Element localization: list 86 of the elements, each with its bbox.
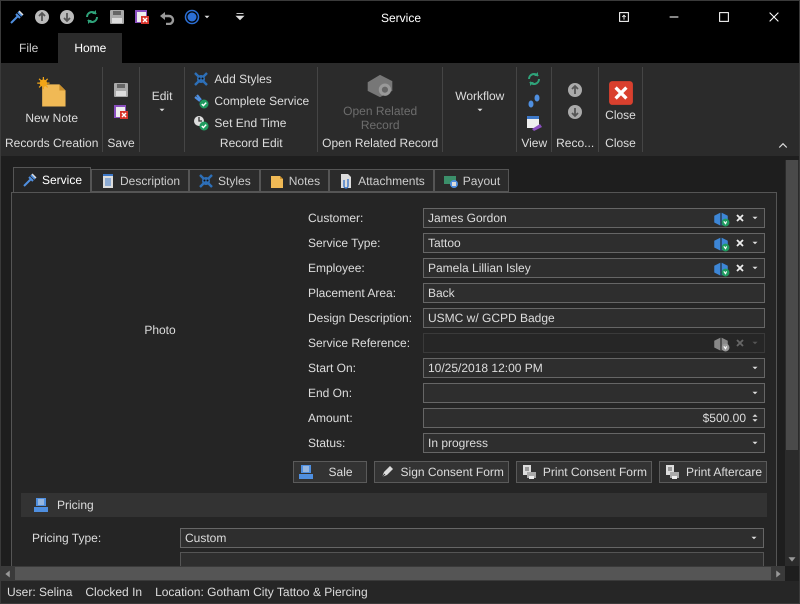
field-label: Start On: [308, 360, 358, 376]
ribbon-tab[interactable]: File [1, 33, 56, 63]
action-button[interactable]: Sale [292, 461, 367, 483]
vertical-scrollbar[interactable] [785, 160, 799, 566]
close-icon[interactable] [767, 10, 781, 24]
ribbon-button[interactable]: Complete Service [193, 92, 310, 110]
photo-label: Photo [144, 322, 176, 339]
group-label: Records Creation [5, 135, 98, 152]
input-field[interactable]: In progress [423, 432, 765, 452]
status-text: Clocked In [85, 584, 142, 601]
input-field[interactable] [180, 552, 764, 566]
complete-check-icon [193, 92, 210, 108]
refresh-icon[interactable] [526, 70, 542, 86]
cash-register-icon [298, 464, 314, 480]
input-field[interactable]: Custom [180, 528, 764, 548]
group-label: Open Related Record [322, 135, 438, 152]
skull-icon [198, 172, 214, 188]
ribbon-button[interactable]: Add Styles [193, 70, 310, 88]
undo-icon[interactable] [159, 9, 175, 25]
action-button[interactable]: Print Aftercare [658, 461, 767, 483]
input-field[interactable]: James Gordon [423, 208, 765, 228]
input-field[interactable]: 10/25/2018 12:00 PM [423, 358, 765, 378]
field-label: Customer: [308, 210, 364, 226]
field-label: Status: [308, 434, 346, 452]
input-field[interactable] [423, 382, 765, 402]
scroll-thumb[interactable] [15, 567, 771, 580]
tools-icon [9, 9, 25, 25]
action-button[interactable]: Print Consent Form [516, 461, 652, 483]
close-x-icon [608, 80, 634, 106]
menu-button[interactable]: Workflow [447, 86, 512, 114]
field-label: Service Type: [308, 234, 382, 252]
print-icon [664, 464, 680, 480]
delete-record-icon[interactable] [134, 9, 150, 25]
refresh-icon[interactable] [84, 9, 100, 25]
clock-check-icon [193, 114, 210, 130]
field-label: Pricing Type: [32, 530, 102, 546]
delete-record-icon[interactable] [113, 104, 130, 120]
save-icon[interactable] [113, 82, 130, 98]
input-field[interactable]: Tattoo [423, 232, 765, 252]
content-tab[interactable]: Description [91, 169, 190, 192]
footprints-icon [526, 92, 542, 108]
clear-icon[interactable] [734, 236, 746, 248]
content-tab[interactable]: Styles [189, 169, 260, 192]
tools-icon [22, 172, 38, 188]
layout-edit-icon [526, 114, 542, 130]
field-label: Amount: [308, 410, 354, 426]
content-tab[interactable]: Notes [260, 169, 330, 192]
ribbon-button[interactable]: New Note [23, 76, 80, 124]
new-note-icon [36, 76, 68, 108]
action-button[interactable]: Sign Consent Form [374, 461, 509, 483]
horizontal-scrollbar[interactable] [1, 566, 799, 581]
status-text: Location: Gotham City Tattoo & Piercing [155, 584, 368, 601]
ribbon-button[interactable]: Close [603, 80, 638, 122]
field-label: Employee: [308, 260, 366, 276]
input-field[interactable]: $500.00 [423, 408, 765, 428]
print-icon [520, 464, 537, 480]
ribbon-button[interactable]: Set End Time [193, 114, 310, 132]
field-label: End On: [308, 384, 354, 402]
clear-icon[interactable] [734, 212, 746, 224]
content-tab[interactable]: Attachments [329, 169, 434, 192]
status-text: User: Selina [7, 584, 72, 601]
cash-register-icon [33, 497, 49, 513]
maximize-icon[interactable] [717, 10, 731, 24]
group-label: Record Edit [220, 135, 283, 152]
group-label: Save [107, 135, 135, 152]
circle-icon[interactable] [184, 9, 200, 25]
skull-icon [193, 70, 210, 86]
group-label: View [521, 135, 548, 152]
content-tab[interactable]: Payout [434, 169, 510, 192]
content-tab[interactable]: Service [13, 167, 92, 192]
save-icon[interactable] [109, 9, 125, 25]
menu-button[interactable]: Edit [144, 86, 180, 114]
section-title: Pricing [57, 497, 94, 514]
ribbon-tab[interactable]: Home [58, 33, 122, 63]
input-field[interactable]: Back [423, 282, 765, 302]
group-label: Close [605, 135, 636, 152]
field-label: Service Reference: [308, 334, 412, 352]
window-title: Service [380, 10, 422, 27]
field-label: Design Description: [308, 310, 414, 326]
input-field[interactable]: Pamela Lillian Isley [423, 258, 765, 278]
scroll-thumb[interactable] [786, 160, 798, 450]
input-field[interactable]: USMC w/ GCPD Badge [423, 308, 765, 328]
field-label: Placement Area: [308, 284, 398, 302]
restore-window-icon[interactable] [617, 10, 631, 24]
clear-icon[interactable] [734, 262, 746, 274]
group-label: Reco... [556, 135, 594, 152]
